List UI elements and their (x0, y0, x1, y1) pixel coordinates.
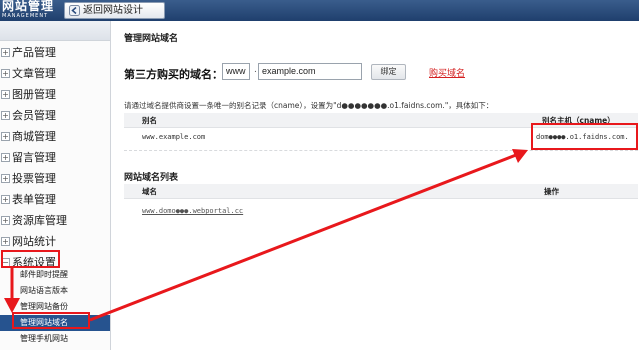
row-divider (124, 150, 638, 151)
bind-button[interactable]: 绑定 (371, 64, 406, 80)
column-header-action: 操作 (544, 187, 559, 196)
domain-input[interactable]: example.com (258, 63, 362, 80)
sidebar-subitem-email-alerts[interactable]: 邮件即时提醒 (0, 267, 110, 283)
sidebar-subitem-language-versions[interactable]: 网站语言版本 (0, 283, 110, 299)
buy-domain-link[interactable]: 购买域名 (429, 66, 465, 79)
expand-icon: + (1, 48, 10, 57)
sidebar-header (0, 21, 110, 41)
sidebar-item-votes[interactable]: + 投票管理 (0, 168, 110, 189)
expand-icon: + (1, 195, 10, 204)
expand-icon: + (1, 132, 10, 141)
highlight-box-cname (531, 123, 638, 150)
logo-subtitle: MANAGEMENT (2, 13, 49, 19)
sidebar-item-albums[interactable]: + 图册管理 (0, 84, 110, 105)
sidebar-item-resources[interactable]: + 资源库管理 (0, 210, 110, 231)
logo: 网站管理 MANAGEMENT (2, 0, 55, 21)
back-button-label: 返回网站设计 (83, 5, 143, 16)
sidebar: + 产品管理 + 文章管理 + 图册管理 + 会员管理 + 商城管理 + 留言管… (0, 21, 111, 350)
sidebar-item-articles[interactable]: + 文章管理 (0, 63, 110, 84)
expand-icon: + (1, 216, 10, 225)
domain-table-header: 域名 操作 (124, 184, 638, 199)
sidebar-item-label: 留言管理 (12, 151, 56, 164)
column-header-domain: 域名 (142, 187, 157, 196)
top-bar: 网站管理 MANAGEMENT 返回网站设计 (0, 0, 639, 21)
domain-list-title: 网站域名列表 (124, 173, 179, 183)
cname-instruction: 请通过域名提供商设置一条唯一的别名记录（cname），设置为"d●●●●●●●.… (124, 101, 494, 110)
site-domain-link[interactable]: www.domo●●●.webportal.cc (142, 207, 243, 215)
expand-icon: + (1, 153, 10, 162)
expand-icon: + (1, 69, 10, 78)
expand-icon: + (1, 174, 10, 183)
sidebar-item-label: 会员管理 (12, 109, 56, 122)
sidebar-subitem-mobile-site[interactable]: 管理手机网站 (0, 331, 110, 347)
highlight-box-domain-management (12, 312, 90, 329)
sidebar-item-label: 投票管理 (12, 172, 56, 185)
sidebar-item-label: 文章管理 (12, 67, 56, 80)
sidebar-item-products[interactable]: + 产品管理 (0, 42, 110, 63)
domain-form-label: 第三方购买的域名： (124, 68, 223, 81)
expand-icon: + (1, 111, 10, 120)
sidebar-item-mall[interactable]: + 商城管理 (0, 126, 110, 147)
cname-row-alias: www.example.com (142, 133, 206, 141)
main-content: 管理网站域名 第三方购买的域名： www . example.com 绑定 购买… (112, 21, 639, 350)
sidebar-item-messages[interactable]: + 留言管理 (0, 147, 110, 168)
sidebar-item-forms[interactable]: + 表单管理 (0, 189, 110, 210)
sidebar-item-label: 图册管理 (12, 88, 56, 101)
sidebar-item-label: 表单管理 (12, 193, 56, 206)
www-prefix-input[interactable]: www (222, 63, 250, 80)
back-arrow-icon (69, 5, 80, 16)
page-title: 管理网站域名 (124, 34, 179, 44)
column-header-alias: 别名 (142, 116, 157, 125)
back-to-design-button[interactable]: 返回网站设计 (64, 2, 165, 19)
sidebar-item-label: 资源库管理 (12, 214, 67, 227)
expand-icon: + (1, 237, 10, 246)
domain-separator: . (254, 65, 257, 75)
sidebar-item-members[interactable]: + 会员管理 (0, 105, 110, 126)
sidebar-item-label: 产品管理 (12, 46, 56, 59)
sidebar-item-label: 网站统计 (12, 235, 56, 248)
logo-title: 网站管理 (2, 0, 55, 13)
sidebar-item-label: 商城管理 (12, 130, 56, 143)
highlight-box-system-settings (1, 250, 60, 268)
sidebar-item-statistics[interactable]: + 网站统计 (0, 231, 110, 252)
expand-icon: + (1, 90, 10, 99)
